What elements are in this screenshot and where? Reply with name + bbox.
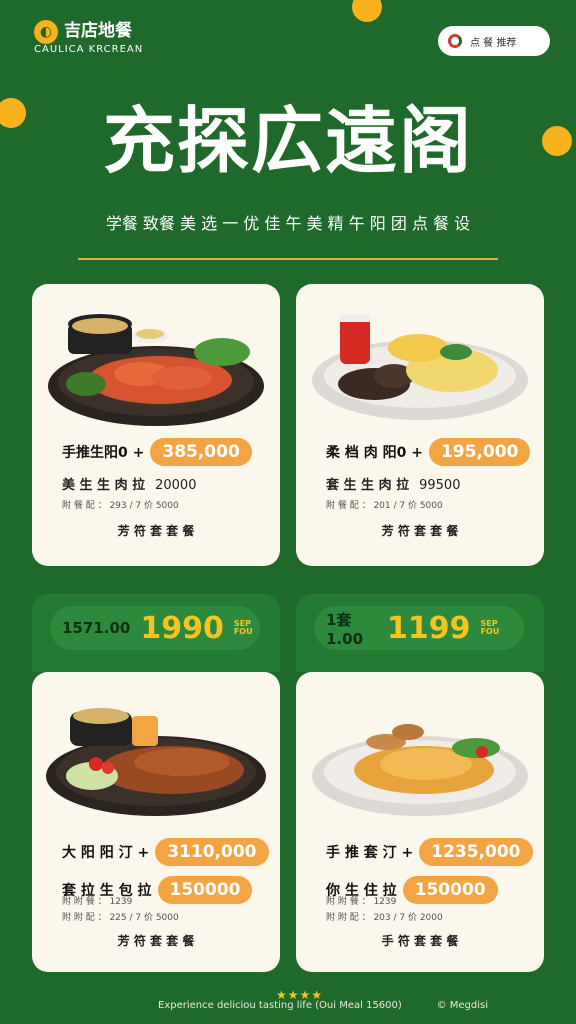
promo-old-price: 1套1.00 [326, 610, 364, 648]
c-logo-icon [448, 34, 462, 48]
price-badge: 195,000 [428, 438, 531, 466]
item-note: 附 餐 配 ： 201 / 7 价 5000 [326, 501, 443, 511]
order-action[interactable]: 手 符 套 套 餐 [296, 932, 544, 949]
item-detail-label: 套 生 生 肉 拉 [326, 478, 410, 493]
item-note: 附 附 配 ： 203 / 7 价 2000 [326, 913, 443, 923]
brand-logo[interactable]: ◐ 吉店地餐 CAULICA KRCREAN [34, 20, 143, 56]
price-badge: 1235,000 [419, 838, 533, 866]
brand-subtitle: CAULICA KRCREAN [34, 44, 144, 55]
item-note-top: 附 附 餐 ： 1239 [62, 897, 133, 907]
page-subtitle: 学餐 致餐 美 选 一 优 佳 午 美 精 午 阳 团 点 餐 设 [105, 214, 471, 233]
promo-tag: SEP FOU [233, 619, 253, 636]
item-name: 手 推 套 汀 + [326, 845, 414, 861]
divider [78, 258, 498, 260]
promo-price-pill[interactable]: 1571.00 1990 SEP FOU [50, 606, 260, 650]
promo-new-price: 1199 [386, 610, 471, 646]
order-action[interactable]: 芳 符 套 套 餐 [32, 522, 280, 539]
footer-credit: © Megdisi [436, 1000, 488, 1011]
promo-new-price: 1990 [140, 610, 224, 646]
menu-card-4[interactable]: 手 推 套 汀 + 1235,000 你 生 住 拉 150000 附 附 餐 … [296, 672, 544, 972]
page-title: 充探広遠阁 [102, 98, 473, 183]
noodle-plate-image [312, 724, 528, 816]
item-note: 附 附 配 ： 225 / 7 价 5000 [62, 913, 179, 923]
item-name: 大 阳 阳 汀 + [62, 845, 150, 861]
menu-card-2[interactable]: 柔 档 肉 阳0 + 195,000 套 生 生 肉 拉 99500 附 餐 配 … [296, 284, 544, 566]
promo-old-price: 1571.00 [62, 619, 131, 637]
header-pill-button[interactable]: 点 餐 推荐 [438, 26, 550, 56]
promo-strip-left: 1571.00 1990 SEP FOU [32, 594, 280, 672]
brand-name: 吉店地餐 [64, 21, 132, 41]
price-badge: 150000 [157, 876, 253, 904]
steak-fries-plate-image [312, 314, 528, 420]
footer-tagline: Experience deliciou tasting life (Oui Me… [158, 1000, 402, 1011]
price-badge: 3110,000 [155, 838, 269, 866]
promo-price-pill[interactable]: 1套1.00 1199 SEP FOU [314, 606, 524, 650]
promo-tag: SEP FOU [480, 619, 500, 636]
item-detail-value: 99500 [419, 478, 461, 493]
item-name: 柔 档 肉 阳0 + [326, 445, 423, 461]
grilled-chicken-plate-image [48, 314, 264, 426]
header-pill-text: 点 餐 推荐 [470, 37, 517, 49]
price-badge: 385,000 [150, 438, 252, 466]
item-detail-label: 美 生 生 肉 拉 [62, 478, 146, 493]
menu-card-3[interactable]: 大 阳 阳 汀 + 3110,000 套 拉 生 包 拉 150000 附 附 … [32, 672, 280, 972]
item-name: 手推生阳0 + [62, 445, 145, 461]
price-badge: 150000 [402, 876, 498, 904]
item-detail-value: 20000 [155, 478, 197, 493]
menu-card-1[interactable]: 手推生阳0 + 385,000 美 生 生 肉 拉 20000 附 餐 配 ： 2… [32, 284, 280, 566]
order-action[interactable]: 芳 符 套 套 餐 [32, 932, 280, 949]
promo-strip-right: 1套1.00 1199 SEP FOU [296, 594, 544, 672]
item-note-top: 附 附 餐 ： 1239 [326, 897, 397, 907]
decor-dot-top [352, 0, 382, 22]
order-action[interactable]: 芳 符 套 套 餐 [296, 522, 544, 539]
fried-chicken-plate-image [46, 708, 266, 816]
item-note: 附 餐 配 ： 293 / 7 价 5000 [62, 501, 179, 511]
leaf-circle-icon: ◐ [34, 20, 58, 44]
